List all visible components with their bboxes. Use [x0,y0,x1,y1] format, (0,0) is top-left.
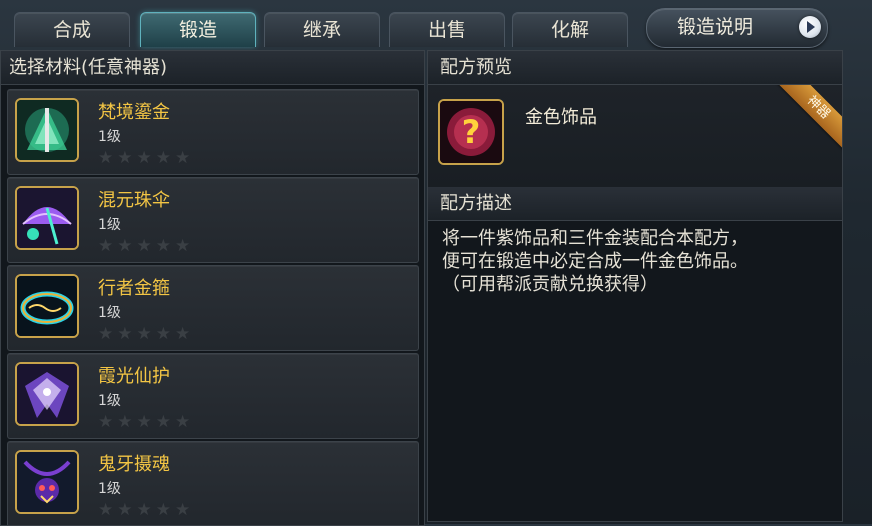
list-item[interactable]: 霞光仙护 1级 ★★★★★ [7,353,419,439]
forge-help-button[interactable]: 锻造说明 [646,8,828,48]
tab-compose[interactable]: 合成 [14,12,130,47]
list-item[interactable]: 鬼牙摄魂 1级 ★★★★★ [7,441,419,525]
item-level: 1级 [98,393,121,409]
description-line: （可用帮派贡献兑换获得） [442,274,658,295]
description-line: 将一件紫饰品和三件金装配合本配方， [442,228,748,249]
list-item[interactable]: 梵境鎏金 1级 ★★★★★ [7,89,419,175]
star-rating: ★★★★★ [98,412,195,432]
item-level: 1级 [98,481,121,497]
question-mark-icon[interactable]: ? [438,99,504,165]
list-item[interactable]: 行者金箍 1级 ★★★★★ [7,265,419,351]
star-rating: ★★★★★ [98,500,195,520]
item-name: 鬼牙摄魂 [98,454,170,475]
item-name: 行者金箍 [98,278,170,299]
svg-text:?: ? [462,113,481,151]
tab-dismantle[interactable]: 化解 [512,12,628,47]
play-arrow-icon [799,16,821,38]
description-line: 便可在锻造中必定合成一件金色饰品。 [442,251,748,272]
material-list[interactable]: 梵境鎏金 1级 ★★★★★ 混元珠伞 1级 ★★★★★ 行者金箍 1级 ★★★★… [7,89,419,525]
recipe-panel: 配方预览 ? 金色饰品 神器 配方描述 将一件紫饰品和三件金装配合本配方， 便可… [427,50,843,522]
tab-sell[interactable]: 出售 [389,12,505,47]
recipe-preview: ? 金色饰品 神器 [428,85,842,187]
material-panel: 选择材料(任意神器) 梵境鎏金 1级 ★★★★★ 混元珠伞 1级 ★★★★★ 行… [0,50,425,526]
item-name: 梵境鎏金 [98,102,170,123]
demon-amulet-icon [15,450,79,514]
item-level: 1级 [98,129,121,145]
artifact-badge: 神器 [774,85,842,152]
item-level: 1级 [98,217,121,233]
material-panel-title: 选择材料(任意神器) [1,51,424,85]
item-name: 霞光仙护 [98,366,170,387]
star-rating: ★★★★★ [98,148,195,168]
recipe-preview-title: 配方预览 [428,51,842,85]
purple-umbrella-icon [15,186,79,250]
recipe-description: 将一件紫饰品和三件金装配合本配方， 便可在锻造中必定合成一件金色饰品。 （可用帮… [442,227,834,296]
forge-help-label: 锻造说明 [677,16,754,38]
star-rating: ★★★★★ [98,236,195,256]
golden-ring-icon [15,274,79,338]
green-crystal-staff-icon [15,98,79,162]
tab-inherit[interactable]: 继承 [264,12,380,47]
star-rating: ★★★★★ [98,324,195,344]
recipe-description-title: 配方描述 [428,187,842,221]
violet-wing-icon [15,362,79,426]
item-name: 混元珠伞 [98,190,170,211]
item-level: 1级 [98,305,121,321]
tab-forge[interactable]: 锻造 [140,12,256,47]
list-item[interactable]: 混元珠伞 1级 ★★★★★ [7,177,419,263]
recipe-output-name: 金色饰品 [525,107,597,128]
